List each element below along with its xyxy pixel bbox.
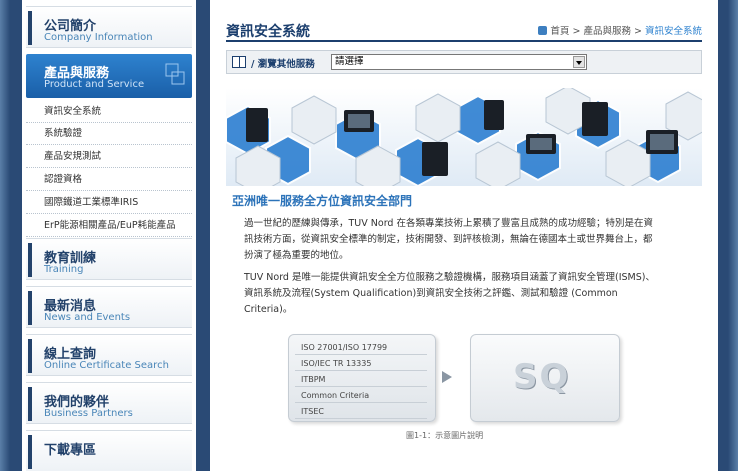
squares-icon: [165, 63, 185, 85]
banner-image: [226, 88, 702, 186]
sq-logo-text: SQ: [513, 357, 571, 397]
standard-item: ITSEC: [295, 405, 427, 419]
breadcrumb-separator: >: [572, 26, 581, 37]
sidebar-subitem[interactable]: 國際鐵道工業標準IRIS: [26, 192, 192, 214]
breadcrumb-icon: [538, 26, 548, 35]
browse-label: / 瀏覽其他服務: [251, 59, 315, 70]
sidebar-item-sublabel: Product and Service: [44, 79, 145, 90]
sidebar-item-sublabel: Company Information: [44, 32, 153, 43]
breadcrumb-parent[interactable]: 產品與服務: [583, 26, 631, 37]
breadcrumb-home[interactable]: 首頁: [550, 26, 569, 37]
section-headline: 亞洲唯一服務全方位資訊安全部門: [232, 194, 413, 208]
breadcrumb: 首頁 > 產品與服務 > 資訊安全系統: [538, 23, 702, 37]
standard-item: ISO/IEC TR 13335: [295, 357, 427, 371]
browse-bar: / 瀏覽其他服務 請選擇: [226, 50, 702, 74]
standard-item: ITBPM: [295, 373, 427, 387]
sidebar-item-sublabel: Online Certificate Search: [44, 360, 169, 371]
sidebar-item-news[interactable]: 最新消息 News and Events: [26, 286, 192, 328]
sidebar-item-sublabel: News and Events: [44, 312, 131, 323]
standards-box: ISO 27001/ISO 17799 ISO/IEC TR 13335 ITB…: [288, 334, 436, 422]
page: 公司簡介 Company Information 產品與服務 Product a…: [0, 0, 738, 471]
sidebar-item-download[interactable]: 下載專區: [26, 430, 192, 471]
sidebar-item-company[interactable]: 公司簡介 Company Information: [26, 6, 192, 48]
breadcrumb-current: 資訊安全系統: [644, 26, 702, 37]
sidebar-subitem[interactable]: ErP能源相關產品/EuP耗能產品: [26, 215, 192, 237]
sidebar-item-products[interactable]: 產品與服務 Product and Service: [26, 54, 192, 98]
sidebar-bar: [28, 435, 32, 469]
sidebar-item-training[interactable]: 教育訓練 Training: [26, 238, 192, 280]
sidebar-subitem[interactable]: 資訊安全系統: [26, 101, 192, 123]
title-bar: 資訊安全系統 首頁 > 產品與服務 > 資訊安全系統: [226, 16, 702, 42]
standard-item: ISO 27001/ISO 17799: [295, 341, 427, 355]
sidebar-bar: [28, 291, 32, 325]
service-select-value: 請選擇: [335, 56, 364, 67]
book-icon: [232, 56, 246, 68]
sidebar-subitem[interactable]: 產品安規測試: [26, 146, 192, 168]
sidebar-bar: [28, 339, 32, 373]
sidebar-item-label: 下載專區: [44, 443, 97, 458]
network-banner-illustration: [226, 88, 702, 186]
sidebar-bar: [28, 387, 32, 421]
sidebar: 公司簡介 Company Information 產品與服務 Product a…: [22, 0, 196, 471]
sidebar-item-sublabel: Business Partners: [44, 408, 133, 419]
sidebar-item-partners[interactable]: 我們的夥伴 Business Partners: [26, 382, 192, 424]
page-title: 資訊安全系統: [226, 24, 310, 40]
sq-box: SQ: [470, 334, 620, 422]
sidebar-bar: [28, 243, 32, 277]
breadcrumb-separator: >: [633, 26, 642, 37]
sidebar-item-sublabel: Training: [44, 264, 84, 275]
main-content: 資訊安全系統 首頁 > 產品與服務 > 資訊安全系統 / 瀏覽其他服務 請選擇: [210, 0, 718, 471]
service-paragraph: TUV Nord 是唯一能提供資訊安全全方位服務之驗證機構，服務項目涵蓋了資訊安…: [244, 272, 655, 315]
service-select[interactable]: 請選擇: [331, 54, 587, 70]
sidebar-item-online[interactable]: 線上查詢 Online Certificate Search: [26, 334, 192, 376]
chevron-down-icon[interactable]: [573, 56, 585, 68]
sidebar-subitem[interactable]: 系統驗證: [26, 123, 192, 145]
arrow-right-icon: [442, 371, 452, 383]
intro-paragraph: 過一世紀的歷練與傳承，TUV Nord 在各類專業技術上累積了豐富且成熟的成功經…: [244, 218, 653, 261]
figure-caption: 圖1-1：示意圖片說明: [406, 431, 484, 440]
sidebar-subitem[interactable]: 認證資格: [26, 169, 192, 191]
standard-item: Common Criteria: [295, 389, 427, 403]
sidebar-bar: [28, 11, 32, 45]
